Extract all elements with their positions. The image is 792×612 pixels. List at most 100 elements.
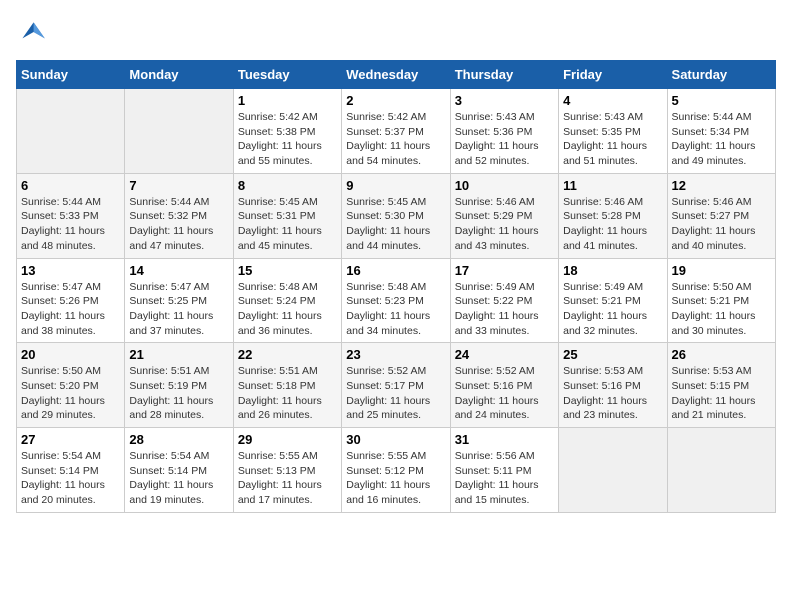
day-number: 1 <box>238 93 337 108</box>
day-header-tuesday: Tuesday <box>233 61 341 89</box>
day-number: 30 <box>346 432 445 447</box>
day-info: Sunrise: 5:53 AM Sunset: 5:16 PM Dayligh… <box>563 364 662 423</box>
day-info: Sunrise: 5:44 AM Sunset: 5:32 PM Dayligh… <box>129 195 228 254</box>
day-info: Sunrise: 5:47 AM Sunset: 5:26 PM Dayligh… <box>21 280 120 339</box>
day-number: 11 <box>563 178 662 193</box>
day-number: 24 <box>455 347 554 362</box>
calendar-cell: 20 Sunrise: 5:50 AM Sunset: 5:20 PM Dayli… <box>17 343 125 428</box>
day-info: Sunrise: 5:42 AM Sunset: 5:37 PM Dayligh… <box>346 110 445 169</box>
calendar-cell: 7 Sunrise: 5:44 AM Sunset: 5:32 PM Daylig… <box>125 173 233 258</box>
calendar-week-1: 1 Sunrise: 5:42 AM Sunset: 5:38 PM Daylig… <box>17 89 776 174</box>
calendar-header-row: SundayMondayTuesdayWednesdayThursdayFrid… <box>17 61 776 89</box>
day-number: 26 <box>672 347 771 362</box>
day-number: 27 <box>21 432 120 447</box>
day-info: Sunrise: 5:52 AM Sunset: 5:17 PM Dayligh… <box>346 364 445 423</box>
day-info: Sunrise: 5:53 AM Sunset: 5:15 PM Dayligh… <box>672 364 771 423</box>
day-header-saturday: Saturday <box>667 61 775 89</box>
day-number: 12 <box>672 178 771 193</box>
day-number: 10 <box>455 178 554 193</box>
calendar-cell: 13 Sunrise: 5:47 AM Sunset: 5:26 PM Dayli… <box>17 258 125 343</box>
calendar-cell: 5Sunrise: 5:44 AM Sunset: 5:34 PM Daylig… <box>667 89 775 174</box>
calendar-cell: 26 Sunrise: 5:53 AM Sunset: 5:15 PM Dayli… <box>667 343 775 428</box>
day-number: 18 <box>563 263 662 278</box>
calendar-cell: 18 Sunrise: 5:49 AM Sunset: 5:21 PM Dayli… <box>559 258 667 343</box>
calendar-week-3: 13 Sunrise: 5:47 AM Sunset: 5:26 PM Dayli… <box>17 258 776 343</box>
day-number: 21 <box>129 347 228 362</box>
day-number: 22 <box>238 347 337 362</box>
day-info: Sunrise: 5:43 AM Sunset: 5:35 PM Dayligh… <box>563 110 662 169</box>
calendar-cell: 8 Sunrise: 5:45 AM Sunset: 5:31 PM Daylig… <box>233 173 341 258</box>
calendar-cell <box>125 89 233 174</box>
day-header-monday: Monday <box>125 61 233 89</box>
day-number: 17 <box>455 263 554 278</box>
calendar-cell: 25 Sunrise: 5:53 AM Sunset: 5:16 PM Dayli… <box>559 343 667 428</box>
day-info: Sunrise: 5:49 AM Sunset: 5:21 PM Dayligh… <box>563 280 662 339</box>
calendar-cell: 2 Sunrise: 5:42 AM Sunset: 5:37 PM Daylig… <box>342 89 450 174</box>
calendar-table: SundayMondayTuesdayWednesdayThursdayFrid… <box>16 60 776 513</box>
day-number: 20 <box>21 347 120 362</box>
day-info: Sunrise: 5:45 AM Sunset: 5:31 PM Dayligh… <box>238 195 337 254</box>
day-info: Sunrise: 5:51 AM Sunset: 5:19 PM Dayligh… <box>129 364 228 423</box>
calendar-cell: 24 Sunrise: 5:52 AM Sunset: 5:16 PM Dayli… <box>450 343 558 428</box>
day-info: Sunrise: 5:48 AM Sunset: 5:23 PM Dayligh… <box>346 280 445 339</box>
calendar-week-2: 6Sunrise: 5:44 AM Sunset: 5:33 PM Daylig… <box>17 173 776 258</box>
day-number: 8 <box>238 178 337 193</box>
day-info: Sunrise: 5:50 AM Sunset: 5:21 PM Dayligh… <box>672 280 771 339</box>
day-info: Sunrise: 5:54 AM Sunset: 5:14 PM Dayligh… <box>21 449 120 508</box>
calendar-cell: 16Sunrise: 5:48 AM Sunset: 5:23 PM Dayli… <box>342 258 450 343</box>
day-info: Sunrise: 5:52 AM Sunset: 5:16 PM Dayligh… <box>455 364 554 423</box>
calendar-cell <box>667 428 775 513</box>
day-number: 4 <box>563 93 662 108</box>
calendar-cell: 17 Sunrise: 5:49 AM Sunset: 5:22 PM Dayli… <box>450 258 558 343</box>
day-number: 28 <box>129 432 228 447</box>
calendar-week-4: 20 Sunrise: 5:50 AM Sunset: 5:20 PM Dayli… <box>17 343 776 428</box>
day-number: 7 <box>129 178 228 193</box>
calendar-cell: 23 Sunrise: 5:52 AM Sunset: 5:17 PM Dayli… <box>342 343 450 428</box>
day-info: Sunrise: 5:48 AM Sunset: 5:24 PM Dayligh… <box>238 280 337 339</box>
day-number: 5 <box>672 93 771 108</box>
calendar-cell: 27 Sunrise: 5:54 AM Sunset: 5:14 PM Dayli… <box>17 428 125 513</box>
logo-icon <box>16 16 48 48</box>
calendar-cell: 4 Sunrise: 5:43 AM Sunset: 5:35 PM Daylig… <box>559 89 667 174</box>
calendar-cell: 31Sunrise: 5:56 AM Sunset: 5:11 PM Dayli… <box>450 428 558 513</box>
day-number: 15 <box>238 263 337 278</box>
calendar-week-5: 27 Sunrise: 5:54 AM Sunset: 5:14 PM Dayli… <box>17 428 776 513</box>
day-info: Sunrise: 5:46 AM Sunset: 5:28 PM Dayligh… <box>563 195 662 254</box>
day-number: 13 <box>21 263 120 278</box>
day-info: Sunrise: 5:42 AM Sunset: 5:38 PM Dayligh… <box>238 110 337 169</box>
day-info: Sunrise: 5:46 AM Sunset: 5:29 PM Dayligh… <box>455 195 554 254</box>
day-number: 29 <box>238 432 337 447</box>
calendar-cell <box>17 89 125 174</box>
day-number: 25 <box>563 347 662 362</box>
day-info: Sunrise: 5:49 AM Sunset: 5:22 PM Dayligh… <box>455 280 554 339</box>
calendar-cell: 6Sunrise: 5:44 AM Sunset: 5:33 PM Daylig… <box>17 173 125 258</box>
day-info: Sunrise: 5:50 AM Sunset: 5:20 PM Dayligh… <box>21 364 120 423</box>
page-header <box>16 16 776 48</box>
day-header-sunday: Sunday <box>17 61 125 89</box>
calendar-cell: 29 Sunrise: 5:55 AM Sunset: 5:13 PM Dayli… <box>233 428 341 513</box>
calendar-cell: 22 Sunrise: 5:51 AM Sunset: 5:18 PM Dayli… <box>233 343 341 428</box>
day-number: 3 <box>455 93 554 108</box>
calendar-cell <box>559 428 667 513</box>
day-info: Sunrise: 5:44 AM Sunset: 5:33 PM Dayligh… <box>21 195 120 254</box>
logo <box>16 16 52 48</box>
day-info: Sunrise: 5:51 AM Sunset: 5:18 PM Dayligh… <box>238 364 337 423</box>
calendar-cell: 11 Sunrise: 5:46 AM Sunset: 5:28 PM Dayli… <box>559 173 667 258</box>
day-number: 14 <box>129 263 228 278</box>
day-header-thursday: Thursday <box>450 61 558 89</box>
calendar-cell: 10 Sunrise: 5:46 AM Sunset: 5:29 PM Dayli… <box>450 173 558 258</box>
day-info: Sunrise: 5:45 AM Sunset: 5:30 PM Dayligh… <box>346 195 445 254</box>
day-header-friday: Friday <box>559 61 667 89</box>
calendar-cell: 9 Sunrise: 5:45 AM Sunset: 5:30 PM Daylig… <box>342 173 450 258</box>
day-number: 2 <box>346 93 445 108</box>
day-number: 19 <box>672 263 771 278</box>
day-number: 9 <box>346 178 445 193</box>
calendar-cell: 12Sunrise: 5:46 AM Sunset: 5:27 PM Dayli… <box>667 173 775 258</box>
day-info: Sunrise: 5:55 AM Sunset: 5:13 PM Dayligh… <box>238 449 337 508</box>
day-info: Sunrise: 5:54 AM Sunset: 5:14 PM Dayligh… <box>129 449 228 508</box>
calendar-cell: 28 Sunrise: 5:54 AM Sunset: 5:14 PM Dayli… <box>125 428 233 513</box>
calendar-cell: 3 Sunrise: 5:43 AM Sunset: 5:36 PM Daylig… <box>450 89 558 174</box>
calendar-cell: 21 Sunrise: 5:51 AM Sunset: 5:19 PM Dayli… <box>125 343 233 428</box>
day-number: 23 <box>346 347 445 362</box>
day-info: Sunrise: 5:43 AM Sunset: 5:36 PM Dayligh… <box>455 110 554 169</box>
